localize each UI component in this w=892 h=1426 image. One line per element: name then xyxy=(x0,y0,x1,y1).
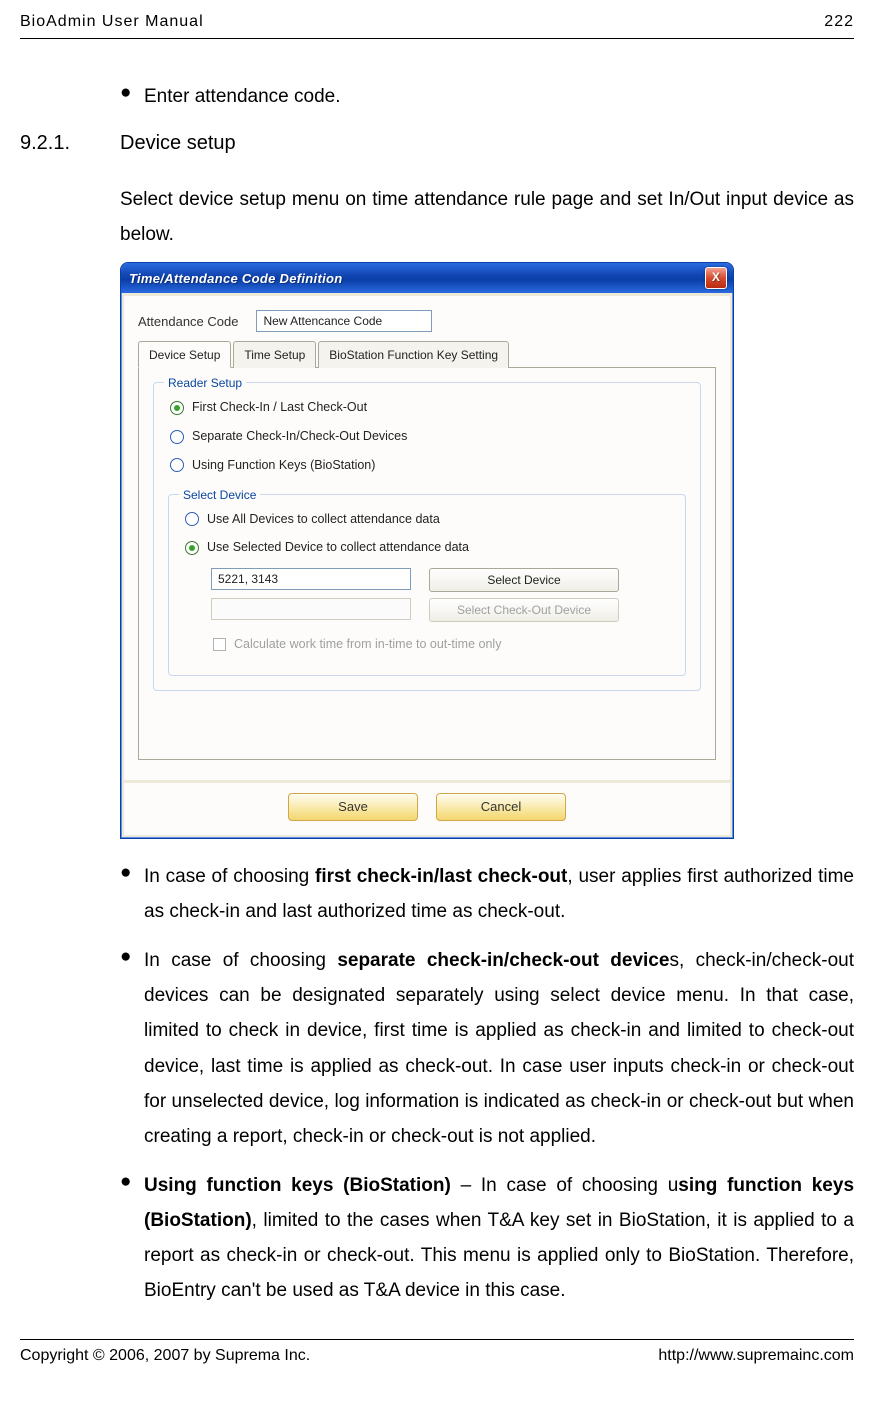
radio-label: Using Function Keys (BioStation) xyxy=(192,456,375,475)
radio-label: Separate Check-In/Check-Out Devices xyxy=(192,427,407,446)
checkbox-icon xyxy=(213,638,226,651)
reader-setup-group: Reader Setup First Check-In / Last Check… xyxy=(153,382,701,691)
radio-label: First Check-In / Last Check-Out xyxy=(192,398,367,417)
copyright-text: Copyright © 2006, 2007 by Suprema Inc. xyxy=(20,1344,310,1368)
radio-icon xyxy=(170,430,184,444)
radio-use-selected-device[interactable]: Use Selected Device to collect attendanc… xyxy=(183,533,671,562)
close-icon: X xyxy=(712,270,720,284)
select-device-title: Select Device xyxy=(179,486,260,504)
bullet-text: In case of choosing separate check-in/ch… xyxy=(144,943,854,1154)
section-number: 9.2.1. xyxy=(20,128,120,158)
radio-icon xyxy=(170,458,184,472)
bullet-text: Enter attendance code. xyxy=(144,79,854,114)
radio-label: Use All Devices to collect attendance da… xyxy=(207,510,440,529)
bullet-text: Using function keys (BioStation) – In ca… xyxy=(144,1168,854,1309)
intro-paragraph: Select device setup menu on time attenda… xyxy=(120,182,854,252)
radio-icon xyxy=(185,541,199,555)
bullet-first-last: ● In case of choosing first check-in/las… xyxy=(120,859,854,929)
tabs: Device Setup Time Setup BioStation Funct… xyxy=(138,340,716,368)
attendance-code-input[interactable] xyxy=(256,310,432,332)
page-header: BioAdmin User Manual 222 xyxy=(20,10,854,39)
bullet-text: In case of choosing first check-in/last … xyxy=(144,859,854,929)
tab-time-setup[interactable]: Time Setup xyxy=(233,341,316,368)
select-device-group: Select Device Use All Devices to collect… xyxy=(168,494,686,676)
radio-use-all-devices[interactable]: Use All Devices to collect attendance da… xyxy=(183,505,671,534)
dialog-window: Time/Attendance Code Definition X Attend… xyxy=(120,262,734,839)
section-title-text: Device setup xyxy=(120,128,236,158)
select-device-button[interactable]: Select Device xyxy=(429,568,619,592)
radio-function-keys[interactable]: Using Function Keys (BioStation) xyxy=(168,451,686,480)
checkout-devices-input xyxy=(211,598,411,620)
manual-title: BioAdmin User Manual xyxy=(20,10,204,34)
page-number: 222 xyxy=(824,10,854,34)
dialog-titlebar[interactable]: Time/Attendance Code Definition X xyxy=(121,263,733,293)
save-button[interactable]: Save xyxy=(288,793,418,821)
bullet-icon: ● xyxy=(120,79,134,114)
reader-setup-title: Reader Setup xyxy=(164,374,246,392)
calc-worktime-checkbox-row: Calculate work time from in-time to out-… xyxy=(211,630,671,659)
radio-first-last[interactable]: First Check-In / Last Check-Out xyxy=(168,393,686,422)
bullet-function-keys: ● Using function keys (BioStation) – In … xyxy=(120,1168,854,1309)
bullet-icon: ● xyxy=(120,1168,134,1309)
bullet-icon: ● xyxy=(120,859,134,929)
tab-biostation-keys[interactable]: BioStation Function Key Setting xyxy=(318,341,509,368)
bullet-enter-code: ● Enter attendance code. xyxy=(120,79,854,114)
select-checkout-device-button: Select Check-Out Device xyxy=(429,598,619,622)
radio-separate-devices[interactable]: Separate Check-In/Check-Out Devices xyxy=(168,422,686,451)
dialog-title: Time/Attendance Code Definition xyxy=(129,269,342,289)
radio-icon xyxy=(170,401,184,415)
radio-icon xyxy=(185,512,199,526)
selected-devices-input[interactable] xyxy=(211,568,411,590)
bullet-icon: ● xyxy=(120,943,134,1154)
radio-label: Use Selected Device to collect attendanc… xyxy=(207,538,469,557)
cancel-button[interactable]: Cancel xyxy=(436,793,566,821)
bullet-separate-devices: ● In case of choosing separate check-in/… xyxy=(120,943,854,1154)
section-heading: 9.2.1. Device setup xyxy=(20,128,854,158)
footer-url: http://www.supremainc.com xyxy=(658,1344,854,1368)
checkbox-label: Calculate work time from in-time to out-… xyxy=(234,635,501,654)
page-footer: Copyright © 2006, 2007 by Suprema Inc. h… xyxy=(20,1339,854,1368)
attendance-code-label: Attendance Code xyxy=(138,312,238,332)
close-button[interactable]: X xyxy=(705,267,727,289)
tab-device-setup[interactable]: Device Setup xyxy=(138,341,231,368)
